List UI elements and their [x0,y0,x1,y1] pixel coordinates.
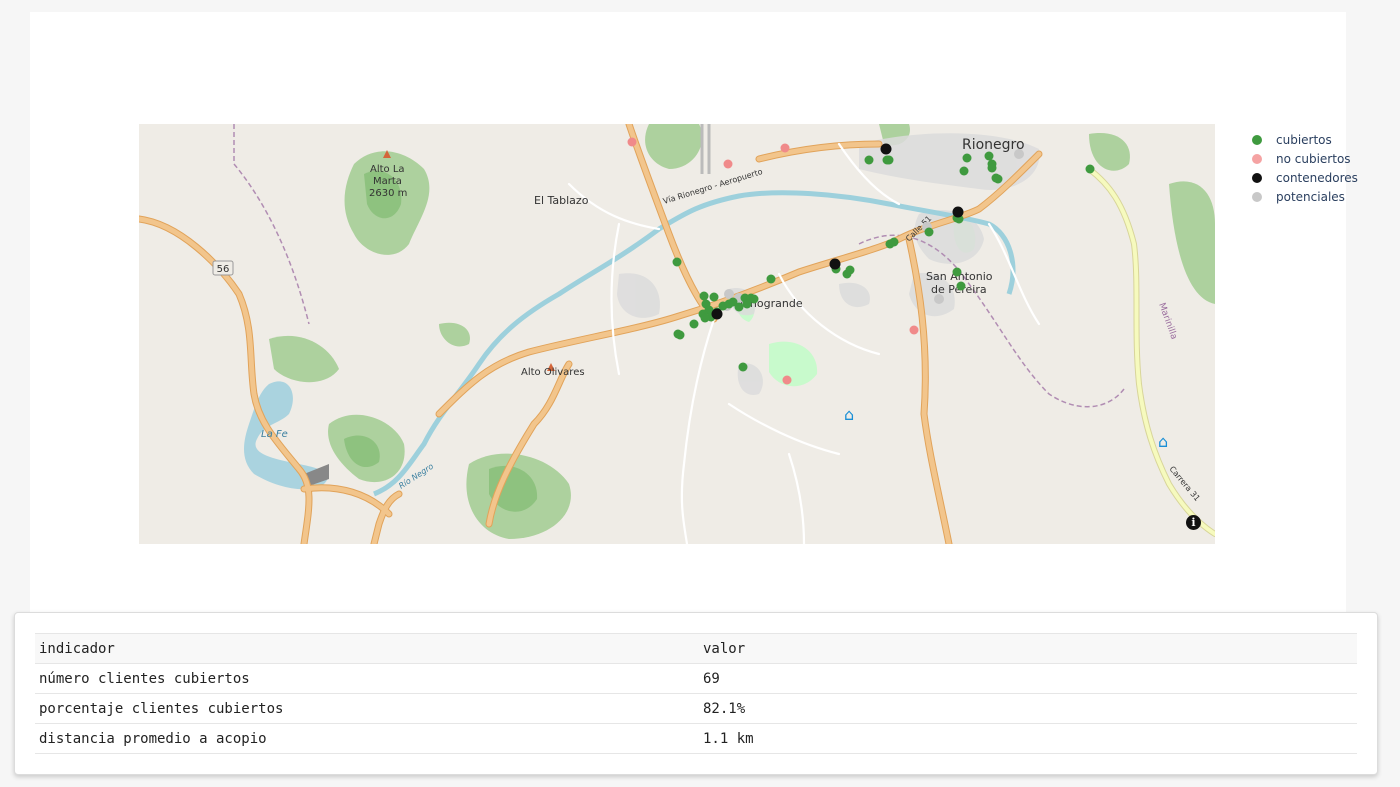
legend-item-potenciales[interactable]: potenciales [1244,187,1358,206]
marker-contenedor[interactable] [880,143,892,155]
table-cell-valor: 69 [699,663,1357,694]
marker-potencial[interactable] [724,289,734,299]
marker-contenedor[interactable] [829,258,841,270]
marker-cubierto[interactable] [672,257,682,267]
marker-cubierto[interactable] [734,302,744,312]
svg-text:⌂: ⌂ [844,405,854,424]
marker-cubierto[interactable] [675,330,685,340]
legend-item-contenedores[interactable]: contenedores [1244,168,1358,187]
label-alto-la-marta-2: Marta [373,176,402,187]
marker-cubierto[interactable] [959,166,969,176]
marker-cubierto[interactable] [845,265,855,275]
marker-cubierto[interactable] [738,362,748,372]
marker-cubierto[interactable] [766,274,776,284]
table-cell-valor: 1.1 km [699,723,1357,754]
marker-cubierto[interactable] [699,291,709,301]
marker-potencial[interactable] [1014,149,1024,159]
marker-cubierto[interactable] [709,292,719,302]
legend-swatch [1252,134,1262,145]
marker-cubierto[interactable] [924,227,934,237]
table-cell-indicador: porcentaje clientes cubiertos [35,693,699,724]
legend: cubiertos no cubiertos contenedores pote… [1244,130,1358,206]
legend-swatch [1252,191,1262,202]
marker-contenedor[interactable] [711,308,723,320]
marker-no-cubierto[interactable] [723,159,733,169]
legend-label: contenedores [1276,170,1358,185]
marker-no-cubierto[interactable] [627,137,637,147]
marker-no-cubierto[interactable] [782,375,792,385]
marker-cubierto[interactable] [993,174,1003,184]
info-icon[interactable]: i [1186,515,1201,530]
marker-cubierto[interactable] [962,153,972,163]
table-cell-indicador: distancia promedio a acopio [35,723,699,754]
column-header-valor: valor [699,633,1357,664]
label-rionegro: Rionegro [962,137,1025,153]
table-row: porcentaje clientes cubiertos 82.1% [35,693,1357,724]
marker-no-cubierto[interactable] [780,143,790,153]
label-el-tablazo: El Tablazo [534,194,589,207]
label-alto-olivares: Alto Olivares [521,367,585,378]
legend-item-no-cubiertos[interactable]: no cubiertos [1244,149,1358,168]
marker-cubierto[interactable] [884,155,894,165]
legend-label: potenciales [1276,189,1345,204]
marker-cubierto[interactable] [987,163,997,173]
marker-cubierto[interactable] [689,319,699,329]
marker-contenedor[interactable] [952,206,964,218]
legend-label: cubiertos [1276,132,1332,147]
legend-label: no cubiertos [1276,151,1351,166]
table-cell-indicador: número clientes cubiertos [35,663,699,694]
marker-cubierto[interactable] [956,281,966,291]
marker-cubierto[interactable] [889,237,899,247]
column-header-indicador: indicador [35,633,699,664]
marker-cubierto[interactable] [984,151,994,161]
marker-cubierto[interactable] [864,155,874,165]
table-header-row: indicador valor [35,633,1357,664]
marker-cubierto[interactable] [952,267,962,277]
marker-cubierto[interactable] [742,299,752,309]
route-56-label: 56 [217,264,230,275]
label-alto-la-marta-1: Alto La [370,164,405,175]
map-plot-card: ⌂ ⌂ 56 Rionegro El Tablazo Llanogrande S… [30,12,1358,612]
label-la-fe: La Fe [261,429,288,440]
svg-text:⌂: ⌂ [1158,432,1168,451]
table-cell-valor: 82.1% [699,693,1357,724]
marker-no-cubierto[interactable] [909,325,919,335]
map-view[interactable]: ⌂ ⌂ 56 Rionegro El Tablazo Llanogrande S… [139,124,1215,544]
legend-item-cubiertos[interactable]: cubiertos [1244,130,1358,149]
indicators-table: indicador valor número clientes cubierto… [35,633,1357,754]
legend-swatch [1252,172,1262,183]
legend-swatch [1252,153,1262,164]
marker-potencial[interactable] [934,294,944,304]
marker-cubierto[interactable] [700,313,710,323]
indicators-card: indicador valor número clientes cubierto… [14,612,1378,775]
table-row: distancia promedio a acopio 1.1 km [35,723,1357,754]
table-row: número clientes cubiertos 69 [35,663,1357,694]
marker-cubierto[interactable] [1085,164,1095,174]
label-alto-la-marta-3: 2630 m [369,188,407,199]
